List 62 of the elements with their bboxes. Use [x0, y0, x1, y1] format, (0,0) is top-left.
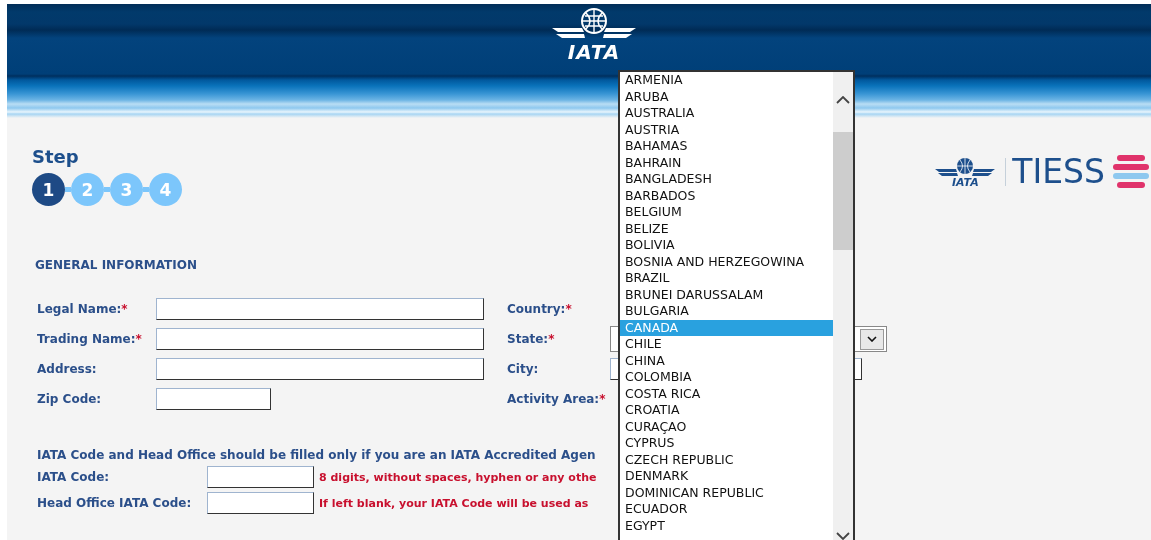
step-indicator[interactable]: 1 [32, 173, 65, 206]
logo-text: IATA [567, 42, 621, 62]
text-field[interactable] [156, 298, 484, 320]
list-option[interactable]: DENMARK [620, 468, 833, 485]
list-option[interactable]: CROATIA [620, 402, 833, 419]
list-option[interactable]: ECUADOR [620, 501, 833, 518]
winged-globe-icon [935, 156, 996, 177]
scrollbar-thumb[interactable] [833, 132, 853, 250]
hint-text: 8 digits, without spaces, hyphen or any othe [319, 470, 597, 484]
list-option[interactable]: AUSTRALIA [620, 105, 833, 122]
list-option[interactable]: BARBADOS [620, 187, 833, 204]
list-option[interactable]: CYPRUS [620, 435, 833, 452]
field-label: Head Office IATA Code: [37, 496, 193, 510]
field-label: Trading Name:* [37, 332, 142, 346]
text-field[interactable] [207, 492, 314, 514]
list-option[interactable]: BELGIUM [620, 204, 833, 221]
hint-text: If left blank, your IATA Code will be used as [319, 496, 589, 510]
field-label: Zip Code: [37, 392, 102, 406]
text-field[interactable] [207, 466, 314, 488]
field-label: City: [507, 362, 539, 376]
step-connector [104, 187, 110, 192]
list-option[interactable]: BRUNEI DARUSSALAM [620, 286, 833, 303]
field-label: Legal Name:* [37, 302, 128, 316]
list-option[interactable]: ARMENIA [620, 72, 833, 89]
list-option[interactable]: BAHAMAS [620, 138, 833, 155]
chevron-down-icon [867, 336, 877, 342]
field-label: Address: [37, 362, 97, 376]
field-label: IATA Code: [37, 470, 111, 484]
list-option[interactable]: CURAÇAO [620, 418, 833, 435]
step-connector [65, 187, 71, 192]
list-option[interactable]: BANGLADESH [620, 171, 833, 188]
list-option[interactable]: BELIZE [620, 220, 833, 237]
text-field[interactable] [156, 388, 271, 410]
list-option[interactable]: ARUBA [620, 88, 833, 105]
chevron-down-icon[interactable] [836, 532, 850, 540]
field-label: Activity Area:* [507, 392, 606, 406]
field-label: Country:* [507, 302, 572, 316]
list-option[interactable]: COSTA RICA [620, 385, 833, 402]
list-option[interactable]: EGYPT [620, 517, 833, 534]
list-option[interactable]: BULGARIA [620, 303, 833, 320]
list-option[interactable]: DOMINICAN REPUBLIC [620, 484, 833, 501]
list-option[interactable]: BAHRAIN [620, 154, 833, 171]
scrollbar[interactable] [833, 72, 853, 540]
list-option[interactable]: CHINA [620, 352, 833, 369]
list-option[interactable]: AUSTRIA [620, 121, 833, 138]
list-option[interactable]: BOSNIA AND HERZEGOWINA [620, 253, 833, 270]
dropdown-list[interactable] [618, 70, 855, 540]
field-label: State:* [507, 332, 555, 346]
list-option[interactable]: CZECH REPUBLIC [620, 451, 833, 468]
section-title: GENERAL INFORMATION [35, 258, 197, 272]
step-title: Step [32, 146, 79, 167]
chevron-up-icon[interactable] [836, 96, 850, 104]
list-option[interactable]: COLOMBIA [620, 369, 833, 386]
step-connector [143, 187, 149, 192]
text-field[interactable] [156, 358, 484, 380]
info-text: IATA Code and Head Office should be filled only if you are an IATA Accredited Agen [37, 448, 596, 462]
list-option[interactable]: BRAZIL [620, 270, 833, 287]
product-name: TIESS [1012, 152, 1105, 192]
logo-text: IATA [952, 176, 979, 188]
list-option[interactable]: BOLIVIA [620, 237, 833, 254]
list-option[interactable]: CHILE [620, 336, 833, 353]
text-field[interactable] [156, 328, 484, 350]
